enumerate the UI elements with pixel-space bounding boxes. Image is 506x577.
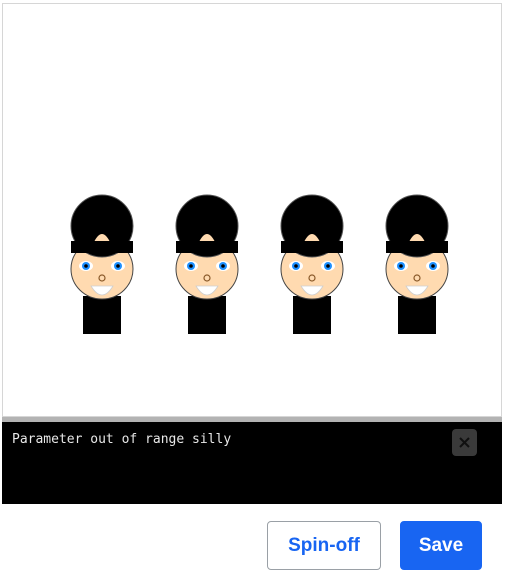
guard-pupil (189, 264, 193, 268)
guard-pupil (326, 264, 330, 268)
spin-off-button[interactable]: Spin-off (267, 521, 381, 570)
guard-body (398, 296, 436, 334)
error-message: Parameter out of range silly (12, 432, 232, 447)
guard-hat-band (386, 241, 448, 253)
guard-body (188, 296, 226, 334)
guard-body (293, 296, 331, 334)
guard-pupil (399, 264, 403, 268)
close-icon (459, 437, 470, 448)
guard-hat-band (281, 241, 343, 253)
save-button[interactable]: Save (400, 521, 482, 570)
guard-hat-band (176, 241, 238, 253)
guard-figure (280, 194, 344, 334)
guard-pupil (431, 264, 435, 268)
guard-pupil (294, 264, 298, 268)
guard-hat-band (71, 241, 133, 253)
guard-pupil (116, 264, 120, 268)
close-error-button[interactable] (452, 429, 477, 456)
guard-pupil (221, 264, 225, 268)
drawing-area (70, 194, 449, 334)
error-console: Parameter out of range silly (2, 422, 502, 504)
output-canvas[interactable] (2, 3, 502, 417)
guard-figure (175, 194, 239, 334)
guard-figure (385, 194, 449, 334)
guard-pupil (84, 264, 88, 268)
guard-body (83, 296, 121, 334)
guard-figure (70, 194, 134, 334)
